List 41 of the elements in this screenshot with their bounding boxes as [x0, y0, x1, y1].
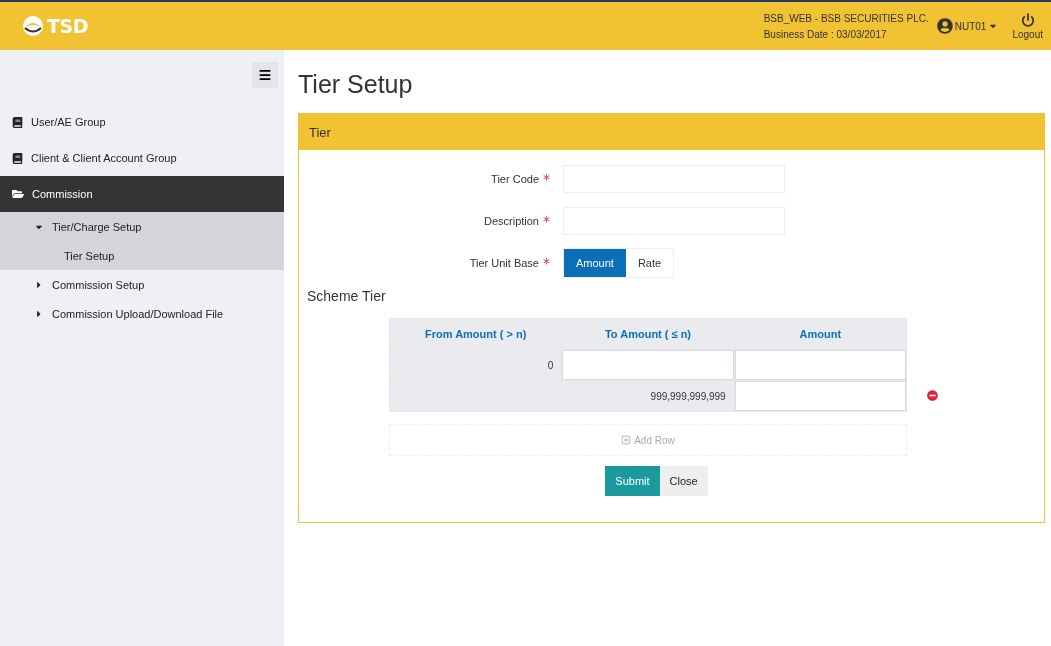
- sidebar-item[interactable]: Tier/Charge Setup: [0, 212, 284, 241]
- column-header: From Amount ( > n): [389, 318, 562, 350]
- book-icon: [12, 116, 23, 128]
- user-menu[interactable]: NUT01: [936, 18, 999, 34]
- menu-button[interactable]: [252, 62, 278, 88]
- company-name: BSB_WEB - BSB SECURITIES PLC.: [763, 12, 929, 24]
- menu-icon: [258, 68, 272, 82]
- required-mark: *: [542, 255, 551, 271]
- required-mark: *: [542, 171, 551, 187]
- folder-icon: [12, 188, 24, 200]
- field-label: Tier Unit Base: [468, 257, 539, 269]
- field-label: Description: [482, 215, 539, 227]
- sidebar-item[interactable]: Client & Client Account Group: [0, 140, 284, 176]
- field-label: Tier Code: [490, 173, 539, 185]
- sidebar-item[interactable]: Tier Setup: [0, 241, 284, 270]
- plus-icon: [621, 435, 632, 445]
- logo-icon: [22, 15, 44, 37]
- sidebar-item[interactable]: Commission: [0, 176, 284, 212]
- table-cell: 999,999,999,999: [561, 380, 735, 412]
- close-button[interactable]: Close: [659, 466, 708, 496]
- table-input[interactable]: [562, 350, 734, 380]
- table-input[interactable]: [734, 381, 906, 411]
- panel-title: Tier: [309, 124, 331, 140]
- table-input[interactable]: [734, 350, 906, 380]
- power-icon: [1020, 12, 1035, 27]
- sidebar-item[interactable]: Commission Upload/Download File: [0, 299, 284, 328]
- book-icon: [12, 152, 23, 164]
- section-title: Scheme Tier: [307, 288, 387, 304]
- column-header: To Amount ( ≤ n): [561, 318, 735, 350]
- sidebar-item[interactable]: User/AE Group: [0, 104, 284, 140]
- toggle-option[interactable]: Amount: [564, 249, 626, 277]
- business-date: Business Date : 03/03/2017: [763, 28, 888, 40]
- table-cell: 0: [389, 349, 562, 381]
- required-mark: *: [542, 213, 551, 229]
- user-icon: [936, 18, 953, 34]
- remove-row-icon[interactable]: [927, 390, 938, 401]
- sidebar-item[interactable]: Commission Setup: [0, 270, 284, 299]
- logo-text: TSD: [47, 15, 88, 37]
- page-title: Tier Setup: [298, 70, 414, 99]
- logout-button[interactable]: Logout: [1012, 12, 1043, 40]
- column-header: Amount: [734, 318, 907, 350]
